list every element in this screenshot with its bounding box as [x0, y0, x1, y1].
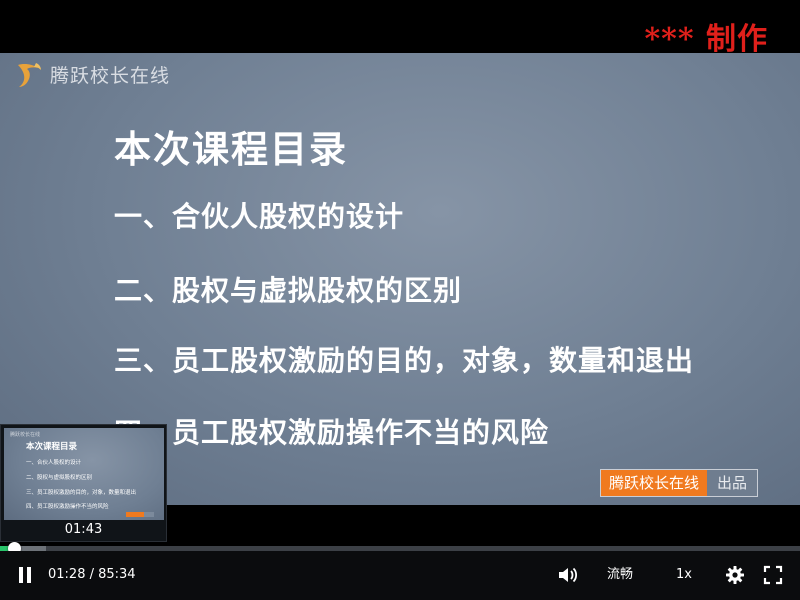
time-readout: 01:28 / 85:34 — [48, 567, 136, 582]
thumbnail-badge — [126, 512, 144, 517]
slide-title: 本次课程目录 — [114, 128, 348, 171]
toc-item: 四、员工股权激励操作不当的风险 — [114, 416, 550, 449]
thumbnail-item: 四、员工股权激励操作不当的风险 — [26, 504, 109, 510]
watermark-text: *** 制作 — [644, 22, 768, 57]
thumbnail-item: 二、股权与虚拟股权的区别 — [26, 475, 93, 481]
thumbnail-badge-suffix — [144, 512, 154, 517]
slide-brand: 腾跃校长在线 — [14, 59, 170, 89]
slide-brand-name: 腾跃校长在线 — [50, 64, 171, 87]
producer-suffix: 出品 — [707, 470, 758, 496]
seek-preview-thumbnail: 腾跃校长在线 本次课程目录 一、合伙人股权的设计 二、股权与虚拟股权的区别 三、… — [0, 424, 167, 542]
toc-item: 一、合伙人股权的设计 — [114, 200, 405, 233]
thumbnail-brand: 腾跃校长在线 — [10, 432, 41, 438]
producer-badge: 腾跃校长在线 出品 — [600, 469, 759, 497]
thumbnail-item: 三、员工股权激励的目的，对象，数量和退出 — [26, 490, 137, 496]
brand-logo-icon — [18, 63, 41, 87]
thumbnail-image: 腾跃校长在线 本次课程目录 一、合伙人股权的设计 二、股权与虚拟股权的区别 三、… — [4, 428, 164, 520]
preview-time: 01:43 — [64, 522, 103, 537]
fullscreen-icon[interactable] — [763, 565, 783, 585]
quality-selector[interactable]: 流畅 — [596, 564, 644, 586]
toc-item: 二、股权与虚拟股权的区别 — [114, 274, 463, 307]
thumbnail-item: 一、合伙人股权的设计 — [26, 460, 82, 466]
control-bar: 01:28 / 85:34 流畅 1x — [0, 551, 800, 600]
top-letterbox: *** 制作 — [0, 0, 800, 57]
producer-name: 腾跃校长在线 — [601, 470, 708, 496]
volume-icon[interactable] — [557, 565, 579, 585]
pause-icon[interactable] — [14, 564, 36, 586]
toc-item: 三、员工股权激励的目的，对象，数量和退出 — [114, 344, 695, 377]
video-player[interactable]: *** 制作 腾跃校长在线 本次课程目录 一、合伙人股权的设计 二、股权与虚拟股… — [0, 0, 800, 600]
thumbnail-title: 本次课程目录 — [26, 442, 78, 452]
gear-icon[interactable] — [725, 565, 745, 585]
playback-speed-button[interactable]: 1x — [664, 564, 704, 586]
